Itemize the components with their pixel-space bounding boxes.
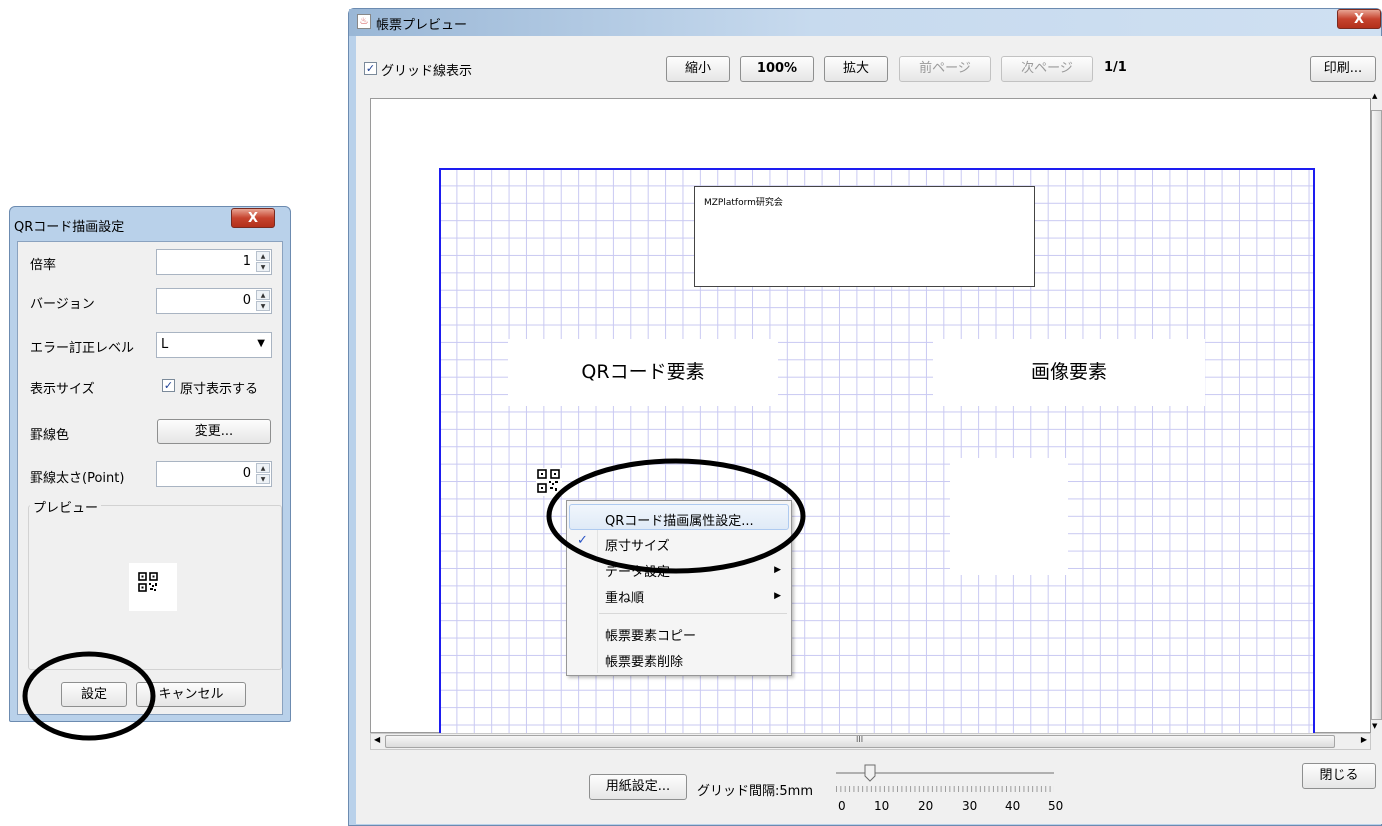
annotation-overlay xyxy=(22,458,806,741)
annotation-ellipse-ok xyxy=(22,651,156,741)
annotation-ellipse-menu xyxy=(546,458,806,574)
